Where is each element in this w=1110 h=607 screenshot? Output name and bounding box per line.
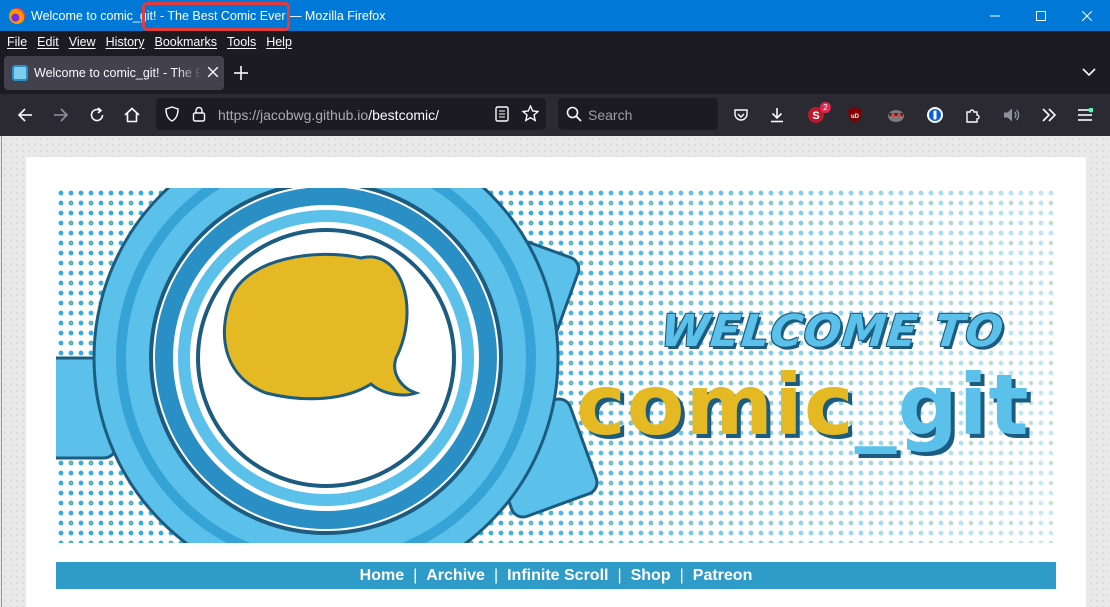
tracking-protection-icon[interactable] [164,106,180,127]
minimize-button[interactable] [972,0,1018,31]
nav-link-archive[interactable]: Archive [417,567,494,585]
badger-icon [888,110,904,122]
extensions-button[interactable] [963,105,983,125]
downloads-button[interactable] [767,105,787,125]
home-icon [124,107,140,123]
tab-close-button[interactable] [207,64,219,82]
menu-file[interactable]: File [2,35,32,49]
page-viewport: WELCOME TO comic_git Home | Archive | In… [1,136,1109,607]
reload-icon [90,107,104,122]
search-icon [566,106,582,127]
tab-audio-button[interactable] [1002,105,1022,125]
new-tab-button[interactable] [234,62,248,84]
menu-bookmarks[interactable]: Bookmarks [149,35,222,49]
arrow-right-icon [54,108,69,122]
puzzle-piece-icon [966,109,980,123]
firefox-logo-icon [9,7,25,24]
menu-edit[interactable]: Edit [32,35,64,49]
pocket-icon [734,109,748,121]
address-bar[interactable]: https://jacobwg.github.io/bestcomic/ [156,98,546,130]
menu-view[interactable]: View [64,35,101,49]
site-navigation: Home | Archive | Infinite Scroll | Shop … [56,562,1056,589]
star-icon [521,104,540,122]
tab-strip: Welcome to comic_git! - The Best Comic E… [0,52,1110,94]
url-text: https://jacobwg.github.io/bestcomic/ [218,107,439,123]
window-title-bar: Welcome to comic_git! - The Best Comic E… [0,0,1110,31]
app-menu-button[interactable] [1075,105,1095,125]
url-path: /bestcomic/ [368,107,440,123]
close-window-button[interactable] [1064,0,1110,31]
close-icon [1082,10,1092,21]
url-host: https://jacobwg.github.io [218,107,369,123]
banner-welcome-text: WELCOME TO [658,306,1007,357]
page-container: WELCOME TO comic_git Home | Archive | In… [26,157,1086,607]
banner-logo-part1: comic [576,356,855,454]
search-bar[interactable]: Search [558,98,718,130]
reload-button[interactable] [87,105,107,125]
close-icon [207,66,219,78]
tab-title: Welcome to comic_git! - The Best Comic E… [34,66,202,80]
ublock-shield-icon: uD [848,107,862,123]
plus-icon [234,66,248,80]
search-placeholder: Search [588,107,633,123]
overflow-menu-button[interactable] [1039,105,1059,125]
site-banner: WELCOME TO comic_git [56,188,1056,543]
password-manager-button[interactable] [925,105,945,125]
site-favicon-icon [12,65,28,81]
reader-view-icon [495,106,509,122]
tab-active[interactable]: Welcome to comic_git! - The Best Comic E… [4,56,224,90]
maximize-icon [1036,10,1046,21]
extension-badge: 2 [820,102,831,113]
window-controls [972,0,1110,31]
shield-icon [165,106,179,122]
speaker-icon [1004,108,1020,122]
menu-history[interactable]: History [101,35,150,49]
lock-icon [192,106,206,122]
nav-link-patreon[interactable]: Patreon [684,567,762,585]
ublock-origin-button[interactable]: uD [845,105,865,125]
list-all-tabs-button[interactable] [1082,64,1096,82]
arrow-left-icon [17,108,32,122]
site-security-icon[interactable] [192,106,206,127]
privacy-badger-button[interactable] [886,105,906,125]
forward-button[interactable] [51,105,71,125]
navigation-toolbar: https://jacobwg.github.io/bestcomic/ Sea… [0,94,1110,136]
password-manager-icon [927,107,943,123]
chevron-down-icon [1082,68,1096,77]
minimize-icon [990,15,1000,16]
home-button[interactable] [122,105,142,125]
nav-link-shop[interactable]: Shop [622,567,680,585]
hamburger-menu-icon [1078,108,1093,121]
reader-view-button[interactable] [495,106,509,127]
nav-link-home[interactable]: Home [351,567,413,585]
maximize-button[interactable] [1018,0,1064,31]
menu-tools[interactable]: Tools [222,35,261,49]
pocket-button[interactable] [731,105,751,125]
banner-logo-text: comic_git [576,356,1030,454]
bookmark-star-button[interactable] [521,104,540,127]
svg-text:S: S [812,110,819,122]
menu-bar: File Edit View History Bookmarks Tools H… [0,31,1110,52]
extension-button-badged[interactable]: S 2 [806,102,831,125]
menu-help[interactable]: Help [261,35,297,49]
banner-logo-part2: _git [854,356,1030,454]
back-button[interactable] [15,105,35,125]
window-title: Welcome to comic_git! - The Best Comic E… [31,8,386,23]
double-chevron-right-icon [1042,108,1057,122]
nav-link-infinite-scroll[interactable]: Infinite Scroll [498,567,617,585]
svg-text:uD: uD [851,114,860,120]
download-icon [771,108,783,123]
